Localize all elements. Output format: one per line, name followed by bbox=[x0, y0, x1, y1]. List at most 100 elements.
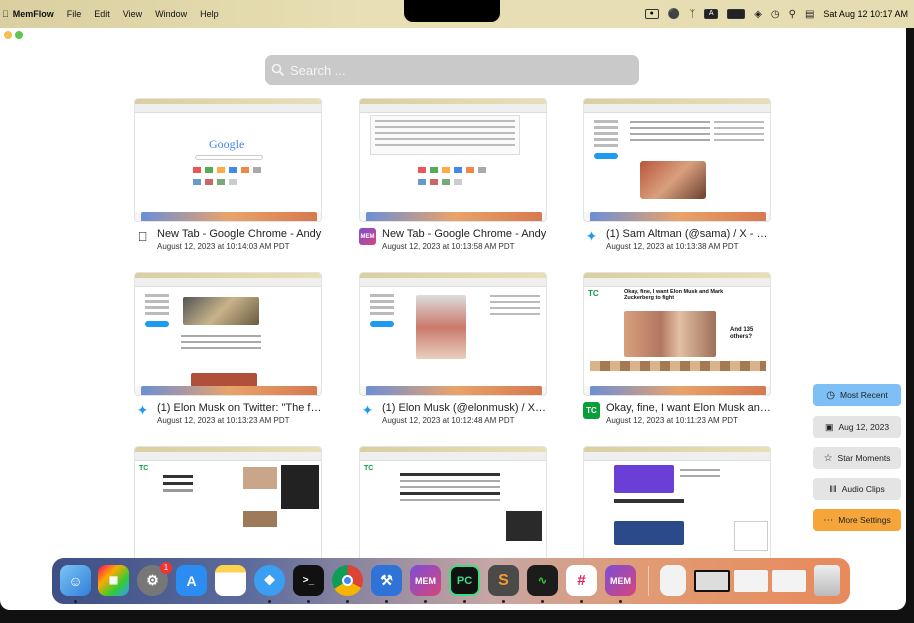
apple-icon:  bbox=[134, 228, 151, 245]
bluetooth-icon[interactable]: ᛉ bbox=[689, 9, 695, 20]
desktop:  MemFlow File Edit View Window Help ● ⚫… bbox=[0, 0, 914, 623]
search-placeholder: Search ... bbox=[290, 62, 346, 78]
notes-icon[interactable] bbox=[215, 565, 246, 596]
audio-clips-label: Audio Clips bbox=[841, 484, 885, 494]
launchpad-icon[interactable]: ▦ bbox=[98, 565, 129, 596]
memflow-window: Search ... Google  bbox=[0, 28, 906, 610]
audio-clips-button[interactable]: ‖‖ Audio Clips bbox=[813, 478, 901, 500]
moment-date: August 12, 2023 at 10:13:38 AM PDT bbox=[606, 242, 739, 251]
xcode-icon[interactable]: ⚒ bbox=[371, 565, 402, 596]
moment-card[interactable]: Google  New Tab - Google Chrome - Andy … bbox=[134, 98, 322, 252]
moment-title: Okay, fine, I want Elon Musk and... bbox=[606, 402, 771, 414]
menubar-datetime[interactable]: Sat Aug 12 10:17 AM bbox=[823, 9, 908, 19]
moment-thumbnail[interactable] bbox=[583, 98, 771, 222]
menu-edit[interactable]: Edit bbox=[94, 9, 110, 19]
moment-date: August 12, 2023 at 10:13:23 AM PDT bbox=[157, 416, 290, 425]
moment-thumbnail[interactable]: TC bbox=[134, 446, 322, 570]
most-recent-button[interactable]: ◷ Most Recent bbox=[813, 384, 901, 406]
moment-title: (1) Sam Altman (@sama) / X - Goo... bbox=[606, 228, 771, 240]
terminal-icon[interactable]: >_ bbox=[293, 565, 324, 596]
pycharm-icon[interactable]: PC bbox=[449, 565, 480, 596]
screen-record-icon[interactable]: ● bbox=[644, 9, 659, 19]
sublime-text-icon[interactable]: S bbox=[488, 565, 519, 596]
memflow-dock-icon[interactable]: MEM bbox=[410, 565, 441, 596]
apple-menu-icon[interactable]:  bbox=[2, 9, 9, 19]
menu-window[interactable]: Window bbox=[155, 9, 187, 19]
moment-date: August 12, 2023 at 10:11:23 AM PDT bbox=[606, 416, 738, 425]
slack-icon[interactable]: # bbox=[566, 565, 597, 596]
moment-date: August 12, 2023 at 10:12:48 AM PDT bbox=[382, 416, 515, 425]
dock-separator bbox=[648, 566, 649, 596]
menu-view[interactable]: View bbox=[123, 9, 142, 19]
moment-card[interactable]: ✦ (1) Elon Musk (@elonmusk) / X - G... A… bbox=[359, 272, 547, 426]
moment-card[interactable]: MEM New Tab - Google Chrome - Andy Augus… bbox=[359, 98, 547, 252]
document-icon[interactable] bbox=[660, 565, 686, 596]
moment-thumbnail[interactable] bbox=[359, 98, 547, 222]
screenshot-thumbnail-icon[interactable] bbox=[772, 570, 806, 592]
thumb-google-logo: Google bbox=[209, 137, 245, 151]
finder-icon[interactable]: ☺ bbox=[60, 565, 91, 596]
spotlight-search-icon[interactable]: ⚲ bbox=[789, 9, 796, 20]
moment-card[interactable]: TC bbox=[134, 446, 322, 570]
star-icon: ☆ bbox=[823, 452, 833, 464]
thumb-headline: Okay, fine, I want Elon Musk and Mark Zu… bbox=[624, 289, 724, 301]
screenshot-thumbnail-icon[interactable] bbox=[694, 570, 730, 592]
control-center-icon[interactable]: ▤ bbox=[805, 9, 814, 20]
moment-title: (1) Elon Musk on Twitter: "The fig... bbox=[157, 402, 322, 414]
input-source-icon[interactable]: A bbox=[704, 9, 719, 19]
more-settings-label: More Settings bbox=[838, 515, 891, 525]
moment-card[interactable]: TC bbox=[359, 446, 547, 570]
camera-notch bbox=[404, 0, 500, 22]
status-area: ● ⚫ ᛉ A ◈ ◷ ⚲ ▤ Sat Aug 12 10:17 AM bbox=[644, 0, 908, 28]
date-picker-button[interactable]: ▣ Aug 12, 2023 bbox=[813, 416, 901, 438]
app-store-icon[interactable]: A bbox=[176, 565, 207, 596]
moment-date: August 12, 2023 at 10:14:03 AM PDT bbox=[157, 242, 290, 251]
date-label: Aug 12, 2023 bbox=[838, 422, 890, 432]
trash-icon[interactable] bbox=[814, 565, 840, 596]
twitter-icon: ✦ bbox=[136, 402, 149, 418]
moment-thumbnail[interactable] bbox=[359, 272, 547, 396]
moment-card[interactable] bbox=[583, 446, 771, 570]
chrome-icon[interactable] bbox=[332, 565, 363, 596]
moment-title: (1) Elon Musk (@elonmusk) / X - G... bbox=[382, 402, 547, 414]
battery-icon[interactable] bbox=[727, 9, 746, 19]
moment-date: August 12, 2023 at 10:13:58 AM PDT bbox=[382, 242, 515, 251]
more-settings-button[interactable]: ⋯ More Settings bbox=[813, 509, 901, 531]
search-icon bbox=[271, 63, 285, 77]
thumb-ad-text: And 135 others? bbox=[730, 327, 754, 340]
moment-thumbnail[interactable] bbox=[134, 272, 322, 396]
menu-help[interactable]: Help bbox=[200, 9, 219, 19]
zoom-button[interactable] bbox=[15, 31, 23, 39]
most-recent-label: Most Recent bbox=[840, 390, 888, 400]
cat-icon[interactable]: ⚫ bbox=[668, 9, 680, 20]
wifi-icon[interactable]: ◈ bbox=[754, 9, 762, 20]
memflow-dock-icon-2[interactable]: MEM bbox=[605, 565, 636, 596]
memflow-icon: MEM bbox=[359, 228, 376, 245]
thumb-tc-logo: TC bbox=[139, 465, 149, 472]
clock-icon[interactable]: ◷ bbox=[771, 9, 780, 20]
clock-icon: ◷ bbox=[826, 389, 835, 401]
menu-app-name[interactable]: MemFlow bbox=[13, 9, 54, 19]
moment-card[interactable]: ✦ (1) Sam Altman (@sama) / X - Goo... Au… bbox=[583, 98, 771, 252]
twitter-icon: ✦ bbox=[361, 402, 374, 418]
star-moments-button[interactable]: ☆ Star Moments bbox=[813, 447, 901, 469]
twitter-icon: ✦ bbox=[585, 228, 598, 244]
safari-icon[interactable]: ❖ bbox=[254, 565, 285, 596]
search-input[interactable]: Search ... bbox=[265, 55, 639, 85]
menu-file[interactable]: File bbox=[67, 9, 82, 19]
activity-monitor-icon[interactable]: ∿ bbox=[527, 565, 558, 596]
thumb-tc-logo: TC bbox=[364, 465, 374, 472]
calendar-icon: ▣ bbox=[824, 421, 834, 432]
screenshot-thumbnail-icon[interactable] bbox=[734, 570, 768, 592]
minimize-button[interactable] bbox=[4, 31, 12, 39]
moment-thumbnail[interactable]: Google bbox=[134, 98, 322, 222]
star-moments-label: Star Moments bbox=[837, 453, 891, 463]
thumb-tc-logo: TC bbox=[588, 289, 599, 298]
moment-thumbnail[interactable] bbox=[583, 446, 771, 570]
moment-thumbnail[interactable]: TC bbox=[359, 446, 547, 570]
moment-card[interactable]: ✦ (1) Elon Musk on Twitter: "The fig... … bbox=[134, 272, 322, 426]
moment-title: New Tab - Google Chrome - Andy bbox=[157, 228, 322, 240]
moment-card[interactable]: TC Okay, fine, I want Elon Musk and Mark… bbox=[583, 272, 771, 426]
ellipsis-icon: ⋯ bbox=[823, 514, 834, 526]
moment-thumbnail[interactable]: TC Okay, fine, I want Elon Musk and Mark… bbox=[583, 272, 771, 396]
